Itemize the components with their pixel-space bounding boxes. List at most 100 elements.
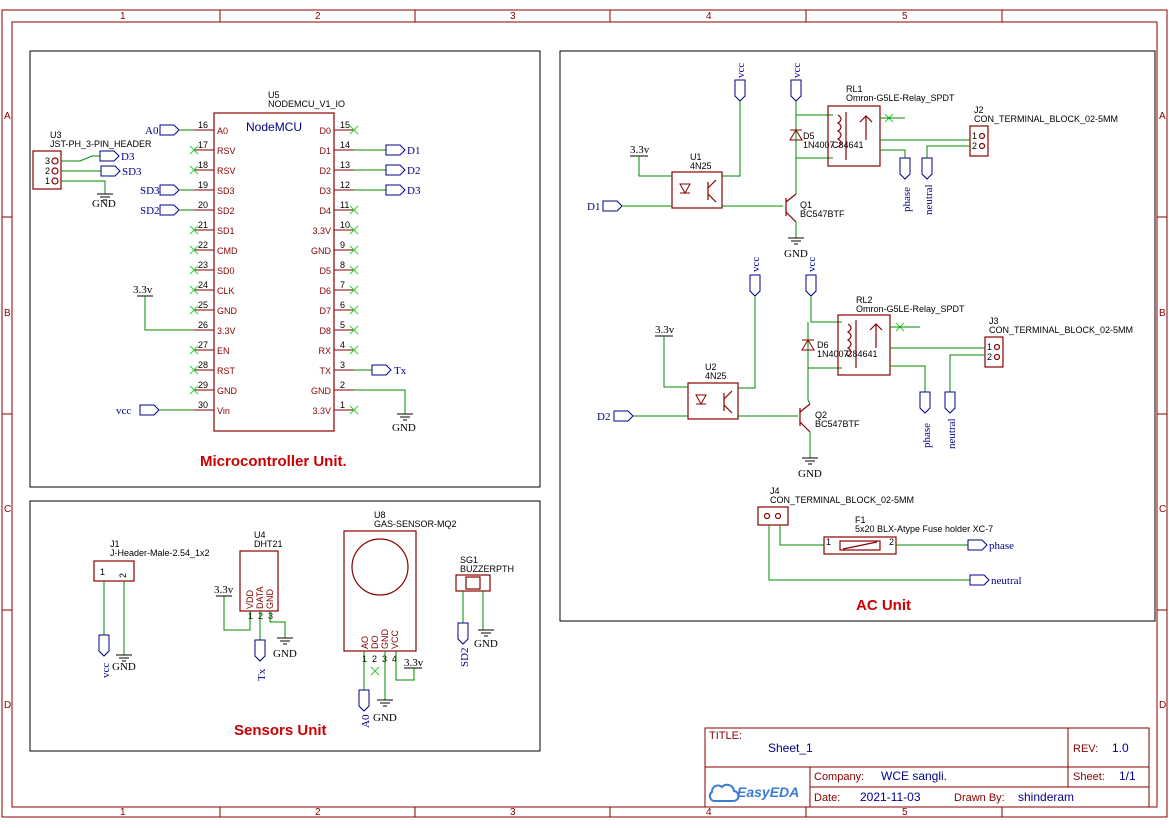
u5-label: NodeMCU [246, 120, 302, 134]
port-a0-u8[interactable]: A0 [358, 689, 372, 728]
title-block: TITLE: Sheet_1 REV: 1.0 Company: WCE san… [704, 727, 1150, 808]
svg-text:SD3: SD3 [122, 166, 142, 178]
u2-part: 4N25 [705, 371, 727, 381]
u8-part: GAS-SENSOR-MQ2 [374, 519, 457, 529]
port-vcc-u5[interactable]: vcc [116, 404, 194, 417]
rev-value: 1.0 [1112, 741, 1129, 755]
transistor-q1[interactable]: Q1 BC547BTF [785, 193, 845, 223]
svg-text:D1: D1 [587, 201, 600, 213]
relay-rl2[interactable]: RL2 Omron-G5LE-Relay_SPDT [837, 295, 965, 376]
port-vcc-rl1[interactable]: vcc [790, 63, 803, 102]
port-phase-2[interactable]: phase [919, 391, 933, 448]
company-value: WCE sangli. [881, 769, 947, 783]
rl1-part: Omron-G5LE-Relay_SPDT [846, 93, 955, 103]
u5-pin-name: GND [217, 306, 238, 316]
port-vcc-rl2[interactable]: vcc [805, 257, 818, 297]
u5-pin-name: RSV [217, 146, 236, 156]
port-tx-u5[interactable]: Tx [354, 364, 407, 377]
sensors-unit-title: Sensors Unit [234, 722, 327, 739]
port-phase-1[interactable]: phase [899, 157, 913, 212]
port-tx-u4[interactable]: Tx [254, 639, 268, 681]
header-j1[interactable]: J1 J-Header-Male-2.54_1x2 1 2 [93, 539, 210, 655]
svg-text:2: 2 [45, 166, 50, 176]
u4-part: DHT21 [254, 539, 283, 549]
optocoupler-u1[interactable]: U1 4N25 [671, 152, 723, 209]
logo-text: EasyEDA [737, 784, 799, 800]
u5-pin-number: 1 [340, 400, 345, 410]
power-3v3-u4: 3.3v [214, 584, 234, 597]
terminal-block-j2[interactable]: J2 CON_TERMINAL_BLOCK_02-5MM 1 2 [969, 105, 1118, 157]
port-d1-u5[interactable]: D1 [354, 144, 420, 157]
u5-pin-number: 25 [198, 300, 208, 310]
port-sd2[interactable]: SD2 [140, 204, 194, 217]
u5-pin-name: SD3 [217, 186, 235, 196]
rev-label: REV: [1073, 743, 1098, 755]
ac-channel-2: vcc vcc D6 1N4007 C84641 RL2 Omron-G5LE-… [597, 257, 1133, 480]
terminal-block-j4[interactable]: J4 CON_TERMINAL_BLOCK_02-5MM [757, 486, 914, 526]
u5-pin-number: 16 [198, 120, 208, 130]
port-vcc-j1[interactable]: vcc [98, 634, 112, 678]
svg-text:D3: D3 [407, 185, 421, 197]
port-sd3[interactable]: SD3 [140, 184, 194, 197]
row-label: C [1159, 504, 1166, 515]
gas-sensor-u8[interactable]: U8 GAS-SENSOR-MQ2 AO DO GND VCC 1 2 3 4 [343, 510, 457, 700]
mains-input: J4 CON_TERMINAL_BLOCK_02-5MM F1 5x20 BLX… [757, 486, 1022, 587]
port-neutral-1[interactable]: neutral [921, 157, 935, 215]
port-d3-u5[interactable]: D3 [354, 184, 421, 197]
u5-pin-name: RST [217, 366, 236, 376]
u5-pin-number: 21 [198, 220, 208, 230]
u5-pin-number: 29 [198, 380, 208, 390]
u5-pin-number: 2 [340, 380, 345, 390]
drawn-by-value: shinderam [1018, 790, 1074, 804]
u5-pin-number: 22 [198, 240, 208, 250]
port-phase-mains[interactable]: phase [967, 539, 1014, 552]
micro-unit-box [29, 50, 541, 488]
optocoupler-u2[interactable]: U2 4N25 [687, 362, 739, 420]
svg-text:vcc: vcc [791, 63, 803, 78]
svg-text:3: 3 [268, 611, 273, 621]
power-3v3-u8: 3.3v [404, 657, 424, 669]
terminal-block-j3[interactable]: J3 CON_TERMINAL_BLOCK_02-5MM 1 2 [984, 316, 1133, 368]
row-label: B [4, 308, 11, 319]
nodemcu-u5[interactable]: U5 NODEMCU_V1_IO NodeMCU 16A017RSV18RSV1… [189, 90, 359, 432]
buzzer-sg1[interactable]: SG1 BUZZERPTH [455, 555, 514, 631]
u5-pins: 16A017RSV18RSV19SD320SD221SD122CMD23SD02… [189, 120, 359, 416]
port-d2-u5[interactable]: D2 [354, 164, 420, 177]
port-neutral-mains[interactable]: neutral [969, 574, 1022, 587]
svg-text:3.3v: 3.3v [214, 584, 234, 596]
svg-text:GND: GND [784, 248, 808, 260]
u5-pin-number: 14 [340, 140, 350, 150]
port-vcc-u2[interactable]: vcc [749, 257, 762, 297]
diode-d5[interactable]: D5 1N4007 C84641 [789, 115, 864, 158]
u5-pin-number: 11 [340, 200, 349, 210]
gnd-sg1: GND [474, 629, 498, 650]
svg-text:SD2: SD2 [459, 647, 471, 667]
port-a0[interactable]: A0 [145, 124, 194, 137]
port-d2-ac[interactable]: D2 [597, 410, 688, 423]
port-sd2-sg1[interactable]: SD2 [457, 622, 471, 667]
u5-pin-name: D2 [319, 166, 331, 176]
svg-text:phase: phase [901, 187, 913, 212]
port-d1-ac[interactable]: D1 [587, 200, 672, 213]
col-label: 2 [315, 807, 321, 818]
port-vcc-u1[interactable]: vcc [734, 63, 747, 102]
u5-pin-number: 27 [198, 340, 208, 350]
relay-rl1[interactable]: RL1 Omron-G5LE-Relay_SPDT [827, 84, 955, 167]
port-neutral-2[interactable]: neutral [944, 391, 958, 449]
col-label: 5 [902, 807, 908, 818]
diode-d6[interactable]: D6 1N4007 C84641 [801, 322, 878, 368]
u5-pin-number: 7 [340, 280, 345, 290]
svg-text:SD2: SD2 [140, 205, 160, 217]
svg-text:A0: A0 [360, 714, 372, 728]
jst-header-u3[interactable]: U3 JST-PH_3-PIN_HEADER 3 2 1 D3 SD3 GND [32, 130, 152, 210]
u5-pin-name: Vin [217, 406, 230, 416]
svg-text:GND: GND [92, 198, 116, 210]
d5-lcsc: C84641 [832, 140, 864, 150]
transistor-q2[interactable]: Q2 BC547BTF [799, 403, 860, 433]
svg-text:neutral: neutral [946, 418, 958, 449]
row-label: D [1159, 700, 1166, 711]
svg-text:1: 1 [248, 611, 253, 621]
drawn-by-label: Drawn By: [954, 792, 1005, 804]
ac-channel-1: vcc vcc D5 1N4007 C84641 RL1 Omron-G5LE-… [587, 63, 1118, 260]
svg-text:D2: D2 [597, 411, 610, 423]
